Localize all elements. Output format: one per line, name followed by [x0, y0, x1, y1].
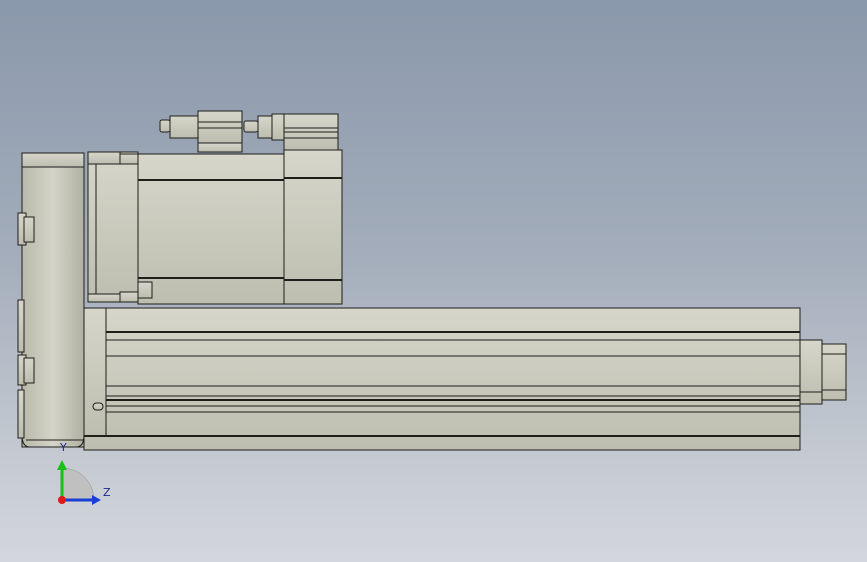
- x-axis-icon: [58, 496, 66, 504]
- triad-plane-icon: [61, 467, 95, 501]
- connector-left: [159, 110, 243, 153]
- rail-body: [83, 307, 801, 451]
- z-axis-label: Z: [103, 486, 111, 499]
- rod-end: [799, 339, 847, 405]
- coupling-housing: [17, 152, 85, 448]
- coordinate-triad: [57, 460, 101, 505]
- actuator-model[interactable]: [0, 0, 867, 562]
- cad-viewport[interactable]: Y Z: [0, 0, 867, 562]
- motor-body: [87, 149, 343, 305]
- y-axis-label: Y: [60, 441, 67, 454]
- connector-right: [243, 113, 339, 151]
